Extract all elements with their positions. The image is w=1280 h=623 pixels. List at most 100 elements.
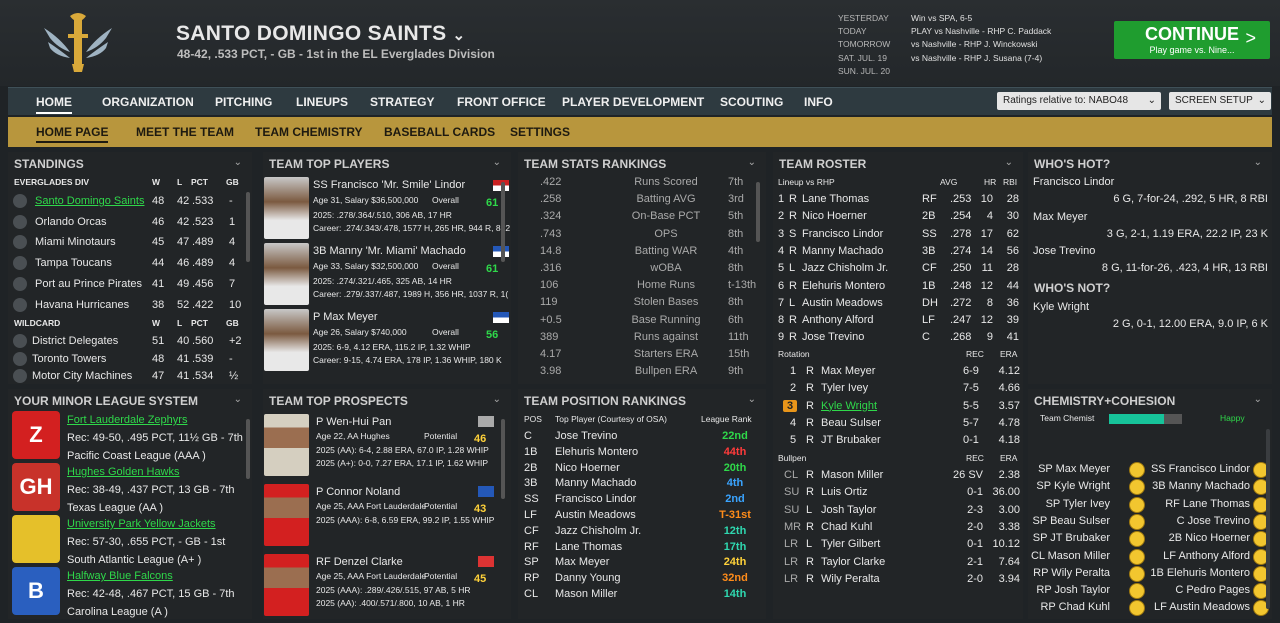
minor-team-name[interactable]: Fort Lauderdale Zephyrs: [67, 414, 187, 426]
standings-team-name[interactable]: Port au Prince Pirates: [35, 278, 142, 290]
nav-tab-organization[interactable]: ORGANIZATION: [102, 95, 194, 109]
rotation-player[interactable]: Kyle Wright: [821, 400, 877, 412]
chem-player-left[interactable]: SP Tyler Ivey: [1046, 498, 1110, 510]
continue-button[interactable]: CONTINUE Play game vs. Nine... >: [1114, 21, 1270, 59]
lineup-player[interactable]: Nico Hoerner: [802, 210, 867, 222]
position-player[interactable]: Lane Thomas: [555, 541, 622, 553]
nav-tab-front-office[interactable]: FRONT OFFICE: [457, 95, 546, 109]
chevron-down-icon[interactable]: ⌄: [493, 394, 501, 405]
chevron-down-icon[interactable]: ⌄: [234, 157, 242, 168]
chem-player-right[interactable]: 3B Manny Machado: [1152, 480, 1250, 492]
scrollbar[interactable]: [501, 182, 505, 262]
chevron-down-icon[interactable]: ⌄: [234, 394, 242, 405]
standings-team-name[interactable]: Motor City Machines: [32, 370, 132, 382]
subnav-tab-baseball-cards[interactable]: BASEBALL CARDS: [384, 125, 495, 139]
minor-team-name[interactable]: Hughes Golden Hawks: [67, 466, 180, 478]
bullpen-player[interactable]: Taylor Clarke: [821, 556, 885, 568]
standings-team-name[interactable]: Tampa Toucans: [35, 257, 112, 269]
player-name[interactable]: SS Francisco 'Mr. Smile' Lindor: [313, 179, 465, 191]
lineup-player[interactable]: Francisco Lindor: [802, 228, 883, 240]
scrollbar[interactable]: [246, 192, 250, 262]
player-name[interactable]: 3B Manny 'Mr. Miami' Machado: [313, 245, 466, 257]
hot-player[interactable]: Francisco Lindor: [1033, 176, 1114, 188]
chem-player-right[interactable]: C Jose Trevino: [1177, 515, 1250, 527]
prospect-photo[interactable]: [264, 554, 309, 616]
position-player[interactable]: Nico Hoerner: [555, 462, 620, 474]
prospect-name[interactable]: P Connor Noland: [316, 486, 400, 498]
hot-player[interactable]: Max Meyer: [1033, 211, 1087, 223]
nav-tab-pitching[interactable]: PITCHING: [215, 95, 272, 109]
chem-player-right[interactable]: SS Francisco Lindor: [1151, 463, 1250, 475]
standings-team-name[interactable]: District Delegates: [32, 335, 118, 347]
nav-tab-strategy[interactable]: STRATEGY: [370, 95, 434, 109]
lineup-player[interactable]: Anthony Alford: [802, 314, 874, 326]
ratings-dropdown[interactable]: Ratings relative to: NABO48 ⌄: [997, 92, 1161, 110]
chevron-down-icon[interactable]: ⌄: [748, 394, 756, 405]
schedule-game[interactable]: vs Nashville - RHP J. Susana (7-4): [911, 52, 1042, 65]
standings-team-name[interactable]: Toronto Towers: [32, 353, 106, 365]
bullpen-player[interactable]: Chad Kuhl: [821, 521, 872, 533]
subnav-tab-meet-the-team[interactable]: MEET THE TEAM: [136, 125, 234, 139]
standings-team-name[interactable]: Santo Domingo Saints: [35, 195, 144, 207]
nav-tab-info[interactable]: INFO: [804, 95, 833, 109]
nav-tab-player-development[interactable]: PLAYER DEVELOPMENT: [562, 95, 704, 109]
nav-tab-home[interactable]: HOME: [36, 95, 72, 114]
player-photo[interactable]: [264, 177, 309, 239]
rotation-player[interactable]: Tyler Ivey: [821, 382, 868, 394]
not-player[interactable]: Kyle Wright: [1033, 301, 1089, 313]
chevron-down-icon[interactable]: ⌄: [1005, 157, 1013, 168]
position-player[interactable]: Mason Miller: [555, 588, 617, 600]
nav-tab-lineups[interactable]: LINEUPS: [296, 95, 348, 109]
bullpen-player[interactable]: Luis Ortiz: [821, 486, 867, 498]
chevron-down-icon[interactable]: ⌄: [493, 157, 501, 168]
position-player[interactable]: Austin Meadows: [555, 509, 636, 521]
chevron-down-icon[interactable]: ⌄: [1254, 394, 1262, 405]
scrollbar[interactable]: [501, 419, 505, 499]
chem-player-right[interactable]: 1B Elehuris Montero: [1150, 567, 1250, 579]
chevron-down-icon[interactable]: ⌄: [1254, 157, 1262, 168]
chem-player-left[interactable]: SP Kyle Wright: [1036, 480, 1110, 492]
standings-team-name[interactable]: Orlando Orcas: [35, 216, 107, 228]
chevron-down-icon[interactable]: ⌄: [748, 157, 756, 168]
chem-player-right[interactable]: C Pedro Pages: [1175, 584, 1250, 596]
chem-player-right[interactable]: LF Austin Meadows: [1154, 601, 1250, 613]
chem-player-left[interactable]: SP JT Brubaker: [1033, 532, 1110, 544]
schedule-game[interactable]: Win vs SPA, 6-5: [911, 12, 972, 25]
scrollbar[interactable]: [756, 182, 760, 242]
chem-player-right[interactable]: RF Lane Thomas: [1165, 498, 1250, 510]
prospect-photo[interactable]: [264, 414, 309, 476]
bullpen-player[interactable]: Josh Taylor: [821, 504, 876, 516]
standings-team-name[interactable]: Havana Hurricanes: [35, 299, 129, 311]
lineup-player[interactable]: Lane Thomas: [802, 193, 869, 205]
lineup-player[interactable]: Elehuris Montero: [802, 280, 885, 292]
player-photo[interactable]: [264, 309, 309, 371]
scrollbar[interactable]: [1266, 429, 1270, 609]
player-name[interactable]: P Max Meyer: [313, 311, 378, 323]
bullpen-player[interactable]: Wily Peralta: [821, 573, 880, 585]
position-player[interactable]: Manny Machado: [555, 477, 636, 489]
position-player[interactable]: Jose Trevino: [555, 430, 617, 442]
chem-player-left[interactable]: SP Max Meyer: [1038, 463, 1110, 475]
minor-team-name[interactable]: Halfway Blue Falcons: [67, 570, 173, 582]
rotation-player[interactable]: JT Brubaker: [821, 434, 881, 446]
schedule-game[interactable]: vs Nashville - RHP J. Winckowski: [911, 38, 1037, 51]
prospect-name[interactable]: P Wen-Hui Pan: [316, 416, 391, 428]
scrollbar[interactable]: [246, 419, 250, 479]
lineup-player[interactable]: Manny Machado: [802, 245, 883, 257]
chem-player-left[interactable]: RP Chad Kuhl: [1040, 601, 1110, 613]
chem-player-left[interactable]: SP Beau Sulser: [1033, 515, 1110, 527]
chem-player-left[interactable]: CL Mason Miller: [1031, 550, 1110, 562]
chem-player-left[interactable]: RP Wily Peralta: [1033, 567, 1110, 579]
prospect-name[interactable]: RF Denzel Clarke: [316, 556, 403, 568]
rotation-player[interactable]: Beau Sulser: [821, 417, 881, 429]
schedule-game[interactable]: PLAY vs Nashville - RHP C. Paddack: [911, 25, 1051, 38]
standings-team-name[interactable]: Miami Minotaurs: [35, 236, 116, 248]
chem-player-right[interactable]: 2B Nico Hoerner: [1169, 532, 1250, 544]
hot-player[interactable]: Jose Trevino: [1033, 245, 1095, 257]
nav-tab-scouting[interactable]: SCOUTING: [720, 95, 783, 109]
team-name[interactable]: SANTO DOMINGO SAINTS ⌄: [176, 22, 465, 46]
position-player[interactable]: Jazz Chisholm Jr.: [555, 525, 641, 537]
lineup-player[interactable]: Jose Trevino: [802, 331, 864, 343]
rotation-player[interactable]: Max Meyer: [821, 365, 875, 377]
position-player[interactable]: Max Meyer: [555, 556, 609, 568]
